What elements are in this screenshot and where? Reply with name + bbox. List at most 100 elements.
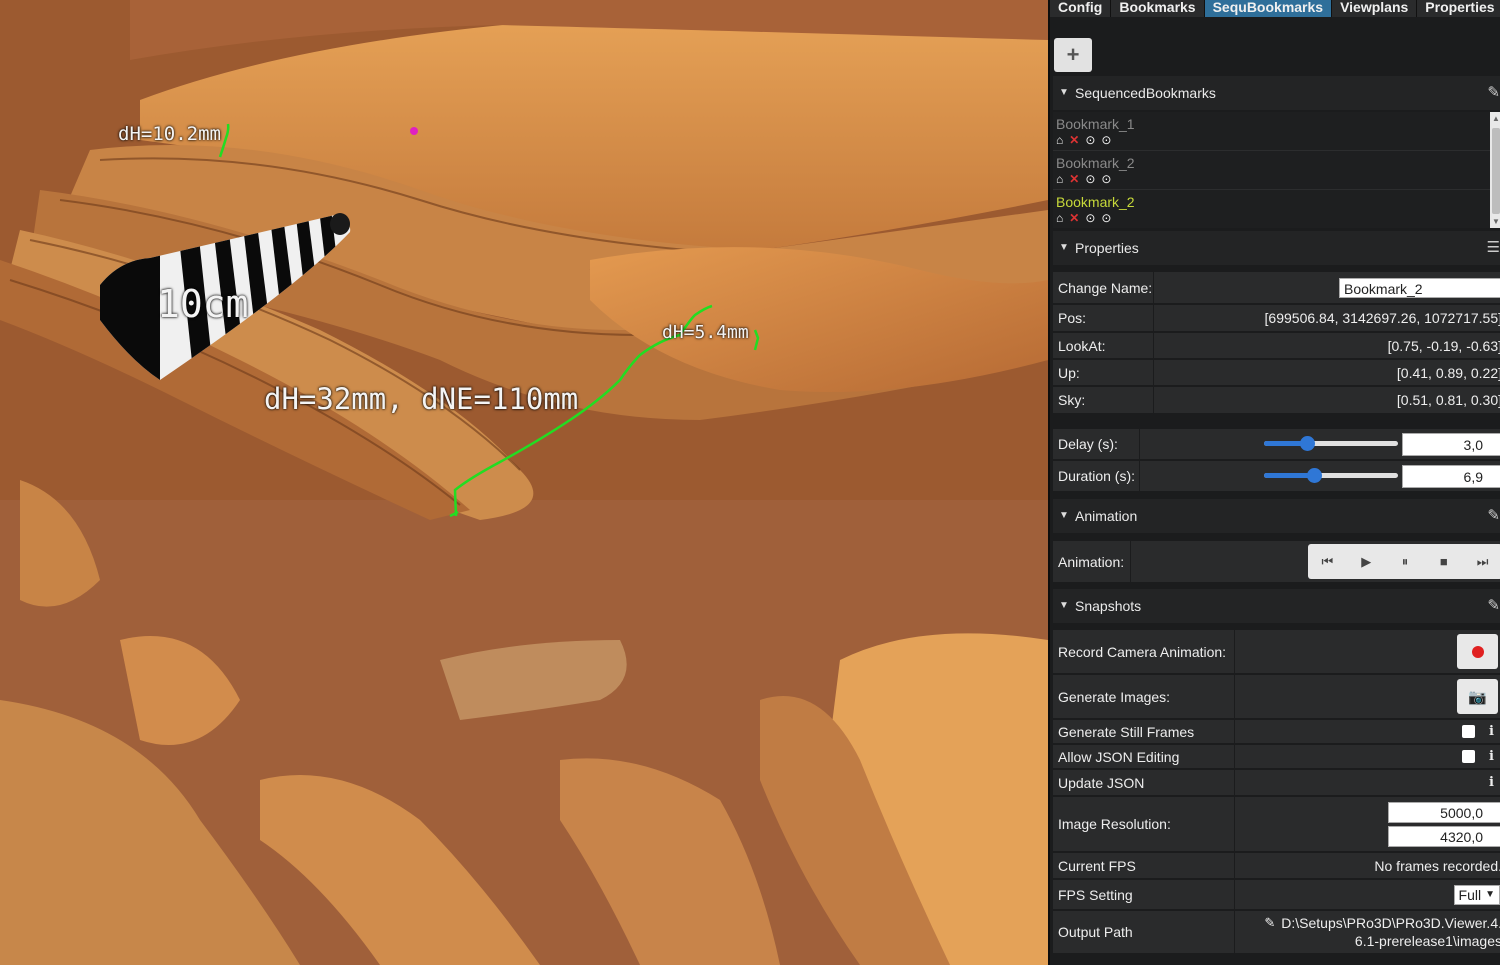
- animation-header[interactable]: ▼ Animation ✎: [1053, 499, 1500, 533]
- step-forward-icon[interactable]: ⏭: [1463, 544, 1500, 579]
- property-row: Animation: ⏮ ▶ ⏸ ■ ⏭: [1053, 541, 1500, 584]
- side-panel: Config Bookmarks SequBookmarks Viewplans…: [1048, 0, 1500, 965]
- delete-icon[interactable]: ✕: [1069, 211, 1079, 225]
- measure-label-right: dH=5.4mm: [662, 322, 749, 343]
- current-fps-value: No frames recorded.: [1234, 853, 1500, 878]
- menu-icon[interactable]: ☰: [1487, 231, 1500, 265]
- delete-icon[interactable]: ✕: [1069, 133, 1079, 147]
- property-row: Pos: [699506.84, 3142697.26, 1072717.55]: [1053, 305, 1500, 333]
- tab-config[interactable]: Config: [1050, 0, 1112, 17]
- info-icon[interactable]: i: [1489, 775, 1494, 790]
- sequenced-bookmarks-header[interactable]: ▼ SequencedBookmarks ✎: [1053, 76, 1500, 110]
- bookmark-name-selected: Bookmark_2: [1056, 194, 1135, 210]
- allow-json-checkbox[interactable]: [1462, 750, 1476, 763]
- still-frames-label: Generate Still Frames: [1058, 723, 1195, 740]
- record-camera-label: Record Camera Animation:: [1058, 643, 1227, 660]
- duration-input[interactable]: 6,9: [1402, 464, 1500, 488]
- duration-label: Duration (s):: [1058, 468, 1136, 484]
- bookmark-list: Bookmark_1 ⌂ ✕ ⊙ ⊙ Bookmark_2 ⌂ ✕ ⊙ ⊙ Bo…: [1053, 112, 1500, 228]
- properties-header[interactable]: ▼ Properties ☰: [1053, 231, 1500, 265]
- animation-label: Animation:: [1058, 553, 1125, 570]
- home-icon[interactable]: ⌂: [1056, 172, 1063, 186]
- output-path-line1: D:\Setups\PRo3D\PRo3D.Viewer.4.: [1281, 915, 1500, 931]
- pos-label: Pos:: [1058, 310, 1087, 326]
- move-down-icon[interactable]: ⊙: [1101, 211, 1111, 225]
- tab-sequbookmarks[interactable]: SequBookmarks: [1204, 0, 1333, 17]
- tab-properties[interactable]: Properties: [1417, 0, 1500, 17]
- move-down-icon[interactable]: ⊙: [1101, 172, 1111, 186]
- scroll-up-icon[interactable]: ▲: [1492, 114, 1500, 123]
- pencil-icon[interactable]: ✎: [1487, 589, 1500, 623]
- property-row: Sky: [0.51, 0.81, 0.30]: [1053, 387, 1500, 415]
- property-row: Up: [0.41, 0.89, 0.22]: [1053, 360, 1500, 387]
- snapshots-header[interactable]: ▼ Snapshots ✎: [1053, 589, 1500, 623]
- bookmark-name: Bookmark_2: [1056, 155, 1135, 171]
- property-row: Allow JSON Editing i: [1053, 745, 1500, 770]
- resolution-width-input[interactable]: 5000,0: [1388, 801, 1500, 823]
- output-path-label: Output Path: [1058, 924, 1133, 940]
- up-label: Up:: [1058, 364, 1080, 381]
- chevron-down-icon: ▼: [1485, 889, 1495, 900]
- property-row: Current FPS No frames recorded.: [1053, 853, 1500, 880]
- change-name-label: Change Name:: [1058, 279, 1153, 296]
- move-up-icon[interactable]: ⊙: [1085, 211, 1095, 225]
- output-path-line2: 6.1-prerelease1\images: [1354, 933, 1500, 949]
- still-frames-checkbox[interactable]: [1462, 725, 1476, 738]
- lookat-label: LookAt:: [1058, 337, 1106, 354]
- move-up-icon[interactable]: ⊙: [1085, 133, 1095, 147]
- pos-value: [699506.84, 3142697.26, 1072717.55]: [1153, 305, 1500, 331]
- move-up-icon[interactable]: ⊙: [1085, 172, 1095, 186]
- caret-down-icon: ▼: [1059, 87, 1069, 98]
- record-button[interactable]: [1457, 634, 1498, 669]
- 3d-viewport[interactable]: dH=10.2mm dH=5.4mm dH=32mm, dNE=110mm 10…: [0, 0, 1048, 965]
- pencil-icon[interactable]: ✎: [1487, 499, 1500, 533]
- list-item[interactable]: Bookmark_1 ⌂ ✕ ⊙ ⊙: [1053, 112, 1500, 151]
- fps-setting-select[interactable]: Full ▼: [1453, 884, 1500, 905]
- home-icon[interactable]: ⌂: [1056, 211, 1063, 225]
- tab-bar: Config Bookmarks SequBookmarks Viewplans…: [1050, 0, 1500, 17]
- scroll-thumb[interactable]: [1492, 128, 1500, 214]
- fps-setting-value: Full: [1458, 886, 1482, 903]
- stop-icon[interactable]: ■: [1424, 544, 1463, 579]
- info-icon[interactable]: i: [1489, 724, 1494, 739]
- tab-viewplans[interactable]: Viewplans: [1332, 0, 1418, 17]
- delay-slider[interactable]: [1264, 435, 1398, 453]
- snapshot-button[interactable]: 📷: [1457, 679, 1498, 714]
- scroll-down-icon[interactable]: ▼: [1492, 217, 1500, 226]
- change-name-input[interactable]: Bookmark_2: [1339, 277, 1500, 298]
- record-icon: [1471, 645, 1484, 658]
- move-down-icon[interactable]: ⊙: [1101, 133, 1111, 147]
- info-icon[interactable]: i: [1489, 749, 1494, 764]
- pencil-icon[interactable]: ✎: [1487, 76, 1500, 110]
- property-row: FPS Setting Full ▼: [1053, 880, 1500, 911]
- play-icon[interactable]: ▶: [1347, 544, 1386, 579]
- section-title: Snapshots: [1075, 598, 1142, 614]
- pause-icon[interactable]: ⏸: [1386, 544, 1425, 579]
- property-row: Record Camera Animation:: [1053, 630, 1500, 675]
- section-title: Animation: [1075, 508, 1138, 524]
- list-item[interactable]: Bookmark_2 ⌂ ✕ ⊙ ⊙: [1053, 151, 1500, 190]
- step-backward-icon[interactable]: ⏮: [1308, 544, 1347, 579]
- property-row: Generate Images: 📷: [1053, 675, 1500, 720]
- measure-label-top: dH=10.2mm: [118, 123, 221, 145]
- add-bookmark-button[interactable]: +: [1054, 38, 1092, 72]
- update-json-label: Update JSON: [1058, 774, 1145, 791]
- pencil-icon[interactable]: ✎: [1264, 914, 1275, 932]
- delay-label: Delay (s):: [1058, 436, 1118, 452]
- list-item[interactable]: Bookmark_2 ⌂ ✕ ⊙ ⊙: [1053, 190, 1500, 229]
- property-row: LookAt: [0.75, -0.19, -0.63]: [1053, 333, 1500, 360]
- property-row: Change Name: Bookmark_2: [1053, 272, 1500, 305]
- camera-icon: 📷: [1468, 688, 1487, 706]
- delete-icon[interactable]: ✕: [1069, 172, 1079, 186]
- home-icon[interactable]: ⌂: [1056, 133, 1063, 147]
- animation-controls: ⏮ ▶ ⏸ ■ ⏭: [1308, 544, 1500, 579]
- resolution-height-input[interactable]: 4320,0: [1388, 825, 1500, 847]
- section-title: Properties: [1075, 240, 1139, 256]
- tab-bookmarks[interactable]: Bookmarks: [1111, 0, 1205, 17]
- bookmark-list-scrollbar[interactable]: ▲ ▼: [1490, 112, 1500, 228]
- duration-slider[interactable]: [1264, 467, 1398, 485]
- sky-value: [0.51, 0.81, 0.30]: [1153, 387, 1500, 413]
- property-row: Output Path ✎ D:\Setups\PRo3D\PRo3D.View…: [1053, 911, 1500, 955]
- delay-input[interactable]: 3,0: [1402, 432, 1500, 456]
- generate-images-label: Generate Images:: [1058, 688, 1171, 705]
